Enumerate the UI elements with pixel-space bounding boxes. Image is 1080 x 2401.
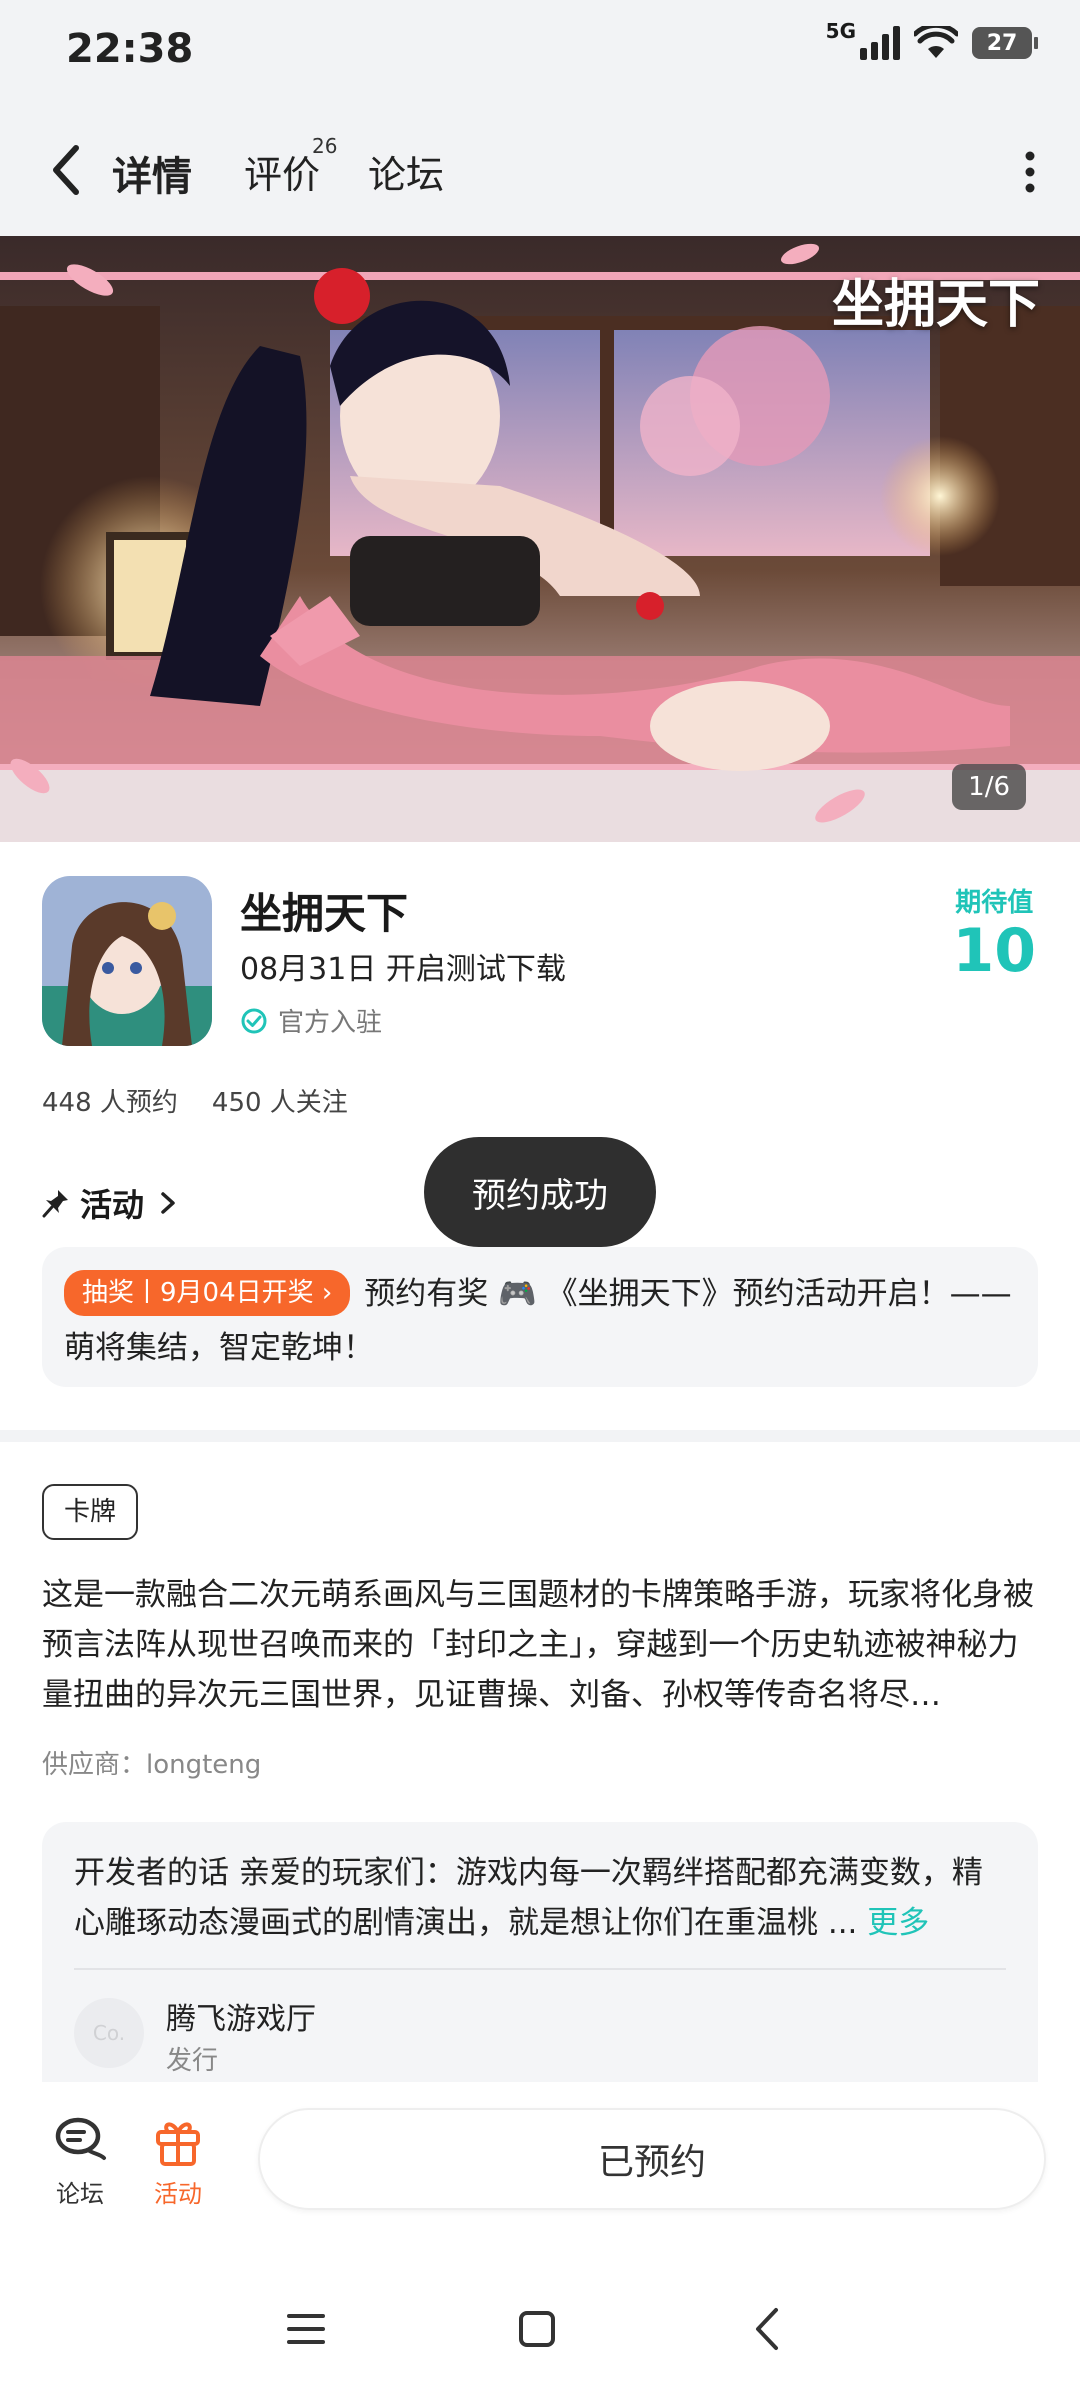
developer-text: 开发者的话 亲爱的玩家们：游戏内每一次羁绊搭配都充满变数，精心雕琢动态漫画式的剧…	[74, 1855, 983, 1941]
system-back-icon[interactable]	[752, 2306, 782, 2352]
app-name: 坐拥天下	[240, 889, 409, 938]
battery-icon: 27	[972, 27, 1038, 59]
system-nav-bar	[0, 2232, 1080, 2401]
official-badge: 官方入驻	[240, 1002, 382, 1039]
chat-bubble-icon	[55, 2117, 106, 2160]
top-nav: 详情 评价 26 论坛	[0, 110, 1080, 236]
genre-tag[interactable]: 卡牌	[42, 1484, 139, 1540]
review-count-badge: 26	[312, 134, 338, 158]
developer-card[interactable]: 开发者的话 亲爱的玩家们：游戏内每一次羁绊搭配都充满变数，精心雕琢动态漫画式的剧…	[42, 1822, 1038, 2082]
section-divider	[0, 1430, 1080, 1442]
reservation-count: 448 人预约	[42, 1088, 178, 1118]
publisher-role: 发行	[166, 2046, 219, 2076]
publisher-name[interactable]: 腾飞游戏厅	[166, 1994, 316, 2038]
more-options-icon[interactable]	[1024, 150, 1036, 194]
developer-divider	[74, 1968, 1006, 1970]
tab-review[interactable]: 评价	[244, 144, 320, 199]
expectation-score: 期待值 10	[953, 882, 1037, 983]
reserved-button[interactable]: 已预约	[258, 2108, 1046, 2210]
wifi-icon	[914, 26, 958, 58]
app-icon	[42, 876, 212, 1046]
publisher-avatar[interactable]: Co.	[74, 1998, 144, 2068]
bottom-activity-button[interactable]: 活动	[150, 2112, 206, 2209]
app-launch-date: 08月31日 开启测试下载	[240, 952, 566, 987]
verified-check-icon	[241, 1008, 267, 1033]
vendor-info: 供应商：longteng	[42, 1750, 262, 1780]
tab-detail[interactable]: 详情	[106, 144, 198, 202]
bottom-forum-button[interactable]: 论坛	[52, 2112, 108, 2209]
activity-card[interactable]: 抽奖丨9月04日开奖 › 预约有奖 🎮 《坐拥天下》预约活动开启！—— 萌将集结，…	[42, 1247, 1038, 1387]
banner-carousel[interactable]: 坐拥天下 1/6	[0, 236, 1080, 842]
activity-heading: 活动	[80, 1186, 145, 1224]
official-label: 官方入驻	[278, 1008, 383, 1038]
developer-message: 开发者的话 亲爱的玩家们：游戏内每一次羁绊搭配都充满变数，精心雕琢动态漫画式的剧…	[74, 1848, 1006, 1948]
signal-icon	[860, 26, 900, 60]
gift-icon	[156, 2122, 200, 2166]
status-bar: 22:38 5G 27	[0, 0, 1080, 110]
chevron-right-icon	[161, 1192, 175, 1214]
network-type: 5G	[825, 19, 856, 43]
more-link[interactable]: 更多	[867, 1905, 929, 1941]
follower-count: 450 人关注	[211, 1088, 348, 1118]
expectation-label: 期待值	[955, 888, 1034, 918]
banner-game-logo: 坐拥天下	[831, 274, 1040, 335]
game-description[interactable]: 这是一款融合二次元萌系画风与三国题材的卡牌策略手游，玩家将化身被预言法阵从现世召…	[42, 1570, 1038, 1720]
back-arrow-icon[interactable]	[42, 140, 92, 200]
status-time: 22:38	[66, 26, 194, 72]
pin-icon	[42, 1190, 68, 1218]
app-stats: 448 人预约 450 人关注	[42, 1082, 348, 1119]
bottom-activity-label: 活动	[154, 2180, 202, 2208]
bottom-forum-label: 论坛	[56, 2180, 104, 2208]
toast-reservation-success: 预约成功	[424, 1137, 656, 1247]
lottery-tag[interactable]: 抽奖丨9月04日开奖 ›	[64, 1269, 351, 1316]
menu-icon[interactable]	[286, 2312, 326, 2346]
home-icon[interactable]	[518, 2310, 556, 2348]
activity-header[interactable]: 活动	[42, 1180, 182, 1226]
banner-counter: 1/6	[952, 764, 1026, 810]
tab-forum[interactable]: 论坛	[368, 144, 444, 199]
bottom-action-bar: 论坛 活动 已预约	[0, 2082, 1080, 2232]
expectation-value: 10	[952, 916, 1037, 986]
tab-detail-label: 详情	[112, 154, 192, 200]
status-icons: 5G 27	[826, 19, 1038, 60]
